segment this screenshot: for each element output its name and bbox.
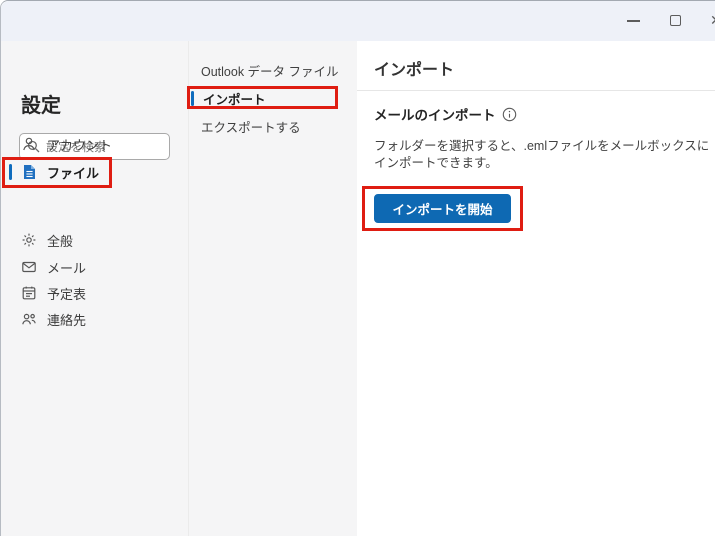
sidebar-item-label: ファイル [47,163,99,182]
people-icon [21,311,37,327]
sidebar-item-contacts[interactable]: 連絡先 [1,306,189,332]
selected-indicator [191,91,194,106]
settings-sidebar: 設定 アカウント [1,41,189,536]
selected-indicator [9,164,12,180]
mail-icon [21,259,37,275]
start-import-button[interactable]: インポートを開始 [374,194,511,223]
settings-heading: 設定 [21,89,61,118]
subnav-item-label: エクスポートする [201,117,301,136]
maximize-button[interactable] [665,10,687,32]
subnav-item-label: インポート [203,89,266,108]
close-icon: ✕ [710,12,715,29]
sidebar-item-file[interactable]: ファイル [1,159,189,185]
sidebar-item-account[interactable]: アカウント [1,131,189,157]
title-bar: ✕ [1,1,715,41]
maximize-icon [670,15,681,26]
settings-window: ✕ 設定 アカウント [0,0,715,536]
section-heading: メールのインポート [374,104,496,124]
sidebar-item-calendar[interactable]: 予定表 [1,280,189,306]
sidebar-item-label: 連絡先 [47,310,86,329]
info-icon[interactable] [502,107,517,122]
close-button[interactable]: ✕ [705,10,715,32]
mail-import-section-header: メールのインポート [374,104,517,124]
minimize-button[interactable] [623,10,645,32]
sidebar-item-label: メール [47,258,86,277]
sidebar-item-label: アカウント [47,135,112,154]
minimize-icon [627,20,640,22]
file-subnav: Outlook データ ファイル インポート エクスポートする [189,41,357,536]
sidebar-item-mail[interactable]: メール [1,254,189,280]
sidebar-item-general[interactable]: 全般 [1,227,189,253]
subnav-item-export[interactable]: エクスポートする [189,115,357,137]
subnav-item-import[interactable]: インポート [189,87,357,109]
gear-icon [21,232,37,248]
page-title: インポート [374,56,454,80]
subnav-item-outlook-data-file[interactable]: Outlook データ ファイル [189,59,357,81]
calendar-icon [21,285,37,301]
person-icon [21,136,37,152]
divider [357,90,715,91]
import-description: フォルダーを選択すると、.emlファイルをメールボックスにインポートできます。 [374,138,712,172]
sidebar-item-label: 全般 [47,231,73,250]
import-panel: インポート メールのインポート フォルダーを選択すると、.emlファイルをメール… [357,41,715,536]
sidebar-item-label: 予定表 [47,284,86,303]
subnav-item-label: Outlook データ ファイル [201,61,339,80]
document-icon [21,164,37,180]
